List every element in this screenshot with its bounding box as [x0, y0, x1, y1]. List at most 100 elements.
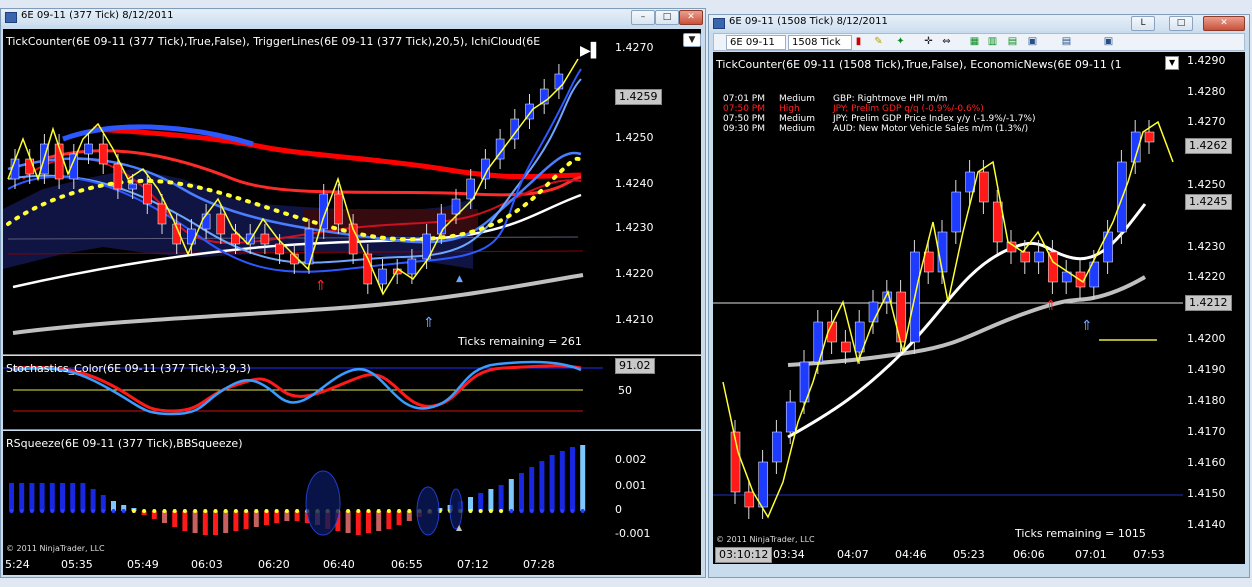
squeeze-bar [559, 451, 565, 511]
squeeze-bar [580, 445, 586, 511]
squeeze-bar [213, 511, 218, 535]
candle-body [113, 163, 123, 190]
squeeze-dot [356, 509, 361, 513]
squeeze-bar [202, 511, 208, 535]
news-impact: Medium [779, 114, 815, 124]
chart-trader-icon[interactable]: ▤ [1060, 35, 1073, 48]
squeeze-bar [529, 467, 535, 511]
strategies-icon[interactable]: ▥ [986, 35, 999, 48]
left-price-panel[interactable]: ⇑ ⇑ ▲ ▶▌ TickCounter(6E 09-11 (377 Tick)… [3, 29, 701, 355]
time-tick-7: 07:01 [1075, 548, 1107, 561]
squeeze-bar [19, 483, 25, 511]
squeeze-bar [60, 483, 65, 511]
left-chart-window[interactable]: 6E 09-11 (377 Tick) 8/12/2011 – □ ✕ ⇑ ⇑ … [0, 8, 706, 578]
crosshair-time-box: 03:10:12 [715, 547, 773, 563]
squeeze-panel[interactable]: ▲ RSqueeze(6E 09-11 (377 Tick),BBSqueeze… [3, 431, 701, 555]
squeeze-bar [355, 511, 361, 535]
squeeze-bar [80, 483, 86, 511]
price-tick-2: 1.4280 [1187, 85, 1226, 98]
squeeze-dot [346, 509, 351, 513]
right-indicator-label: TickCounter(6E 09-11 (1508 Tick),True,Fa… [716, 58, 1122, 71]
squeeze-tick-1: 0.002 [615, 453, 647, 466]
time-tick-4: 06:03 [191, 558, 223, 571]
time-tick-3: 05:49 [127, 558, 159, 571]
left-time-axis: 5:24 05:35 05:49 06:03 06:20 06:40 06:55… [3, 555, 701, 575]
close-button[interactable]: ✕ [1203, 16, 1245, 31]
time-tick-6: 06:40 [323, 558, 355, 571]
squeeze-dot [386, 509, 391, 513]
draw-tools-icon[interactable]: ✦ [894, 35, 907, 48]
candle-body [1034, 251, 1044, 263]
right-price-panel[interactable]: ⇑ ⇑ TickCounter(6E 09-11 (1508 Tick),Tru… [713, 52, 1245, 546]
zoom-icon[interactable]: ⇔ [940, 35, 953, 48]
right-window-titlebar[interactable]: 6E 09-11 (1508 Tick) 8/12/2011 L □ ✕ [709, 15, 1249, 31]
maximize-button[interactable]: □ [655, 10, 679, 25]
squeeze-dot [19, 509, 24, 513]
squeeze-dot [50, 509, 55, 513]
squeeze-dot [233, 509, 238, 513]
squeeze-dot [193, 509, 198, 513]
squeeze-bar [29, 483, 35, 511]
candle-body [84, 143, 93, 155]
close-button[interactable]: ✕ [679, 10, 703, 25]
candle-body [201, 213, 211, 230]
ticks-remaining: Ticks remaining = 261 [458, 335, 582, 348]
left-window-titlebar[interactable]: 6E 09-11 (377 Tick) 8/12/2011 – □ ✕ [1, 9, 705, 25]
squeeze-dot [203, 509, 208, 513]
candle-body [923, 251, 934, 273]
crosshair-icon[interactable]: ✛ [922, 35, 935, 48]
news-time: 07:50 PM [723, 114, 765, 124]
minimize-button[interactable]: L [1131, 16, 1155, 31]
left-price-plot: ⇑ ⇑ ▲ ▶▌ [3, 41, 701, 355]
data-box-icon[interactable]: ▣ [1026, 35, 1039, 48]
properties-icon[interactable]: ▤ [1006, 35, 1019, 48]
news-time: 07:50 PM [723, 104, 765, 114]
right-chart-window[interactable]: 6E 09-11 (1508 Tick) 8/12/2011 L □ ✕ 6E … [708, 14, 1250, 578]
news-row: 07:50 PM Medium JPY: Prelim GDP Price In… [723, 114, 1043, 124]
stochastics-panel[interactable]: Stochastics_Color(6E 09-11 (377 Tick),3,… [3, 356, 701, 430]
time-tick-8: 07:12 [457, 558, 489, 571]
time-tick-1: 5:24 [5, 558, 30, 571]
price-tick-12: 1.4180 [1187, 394, 1226, 407]
triangle-marker-icon: ▲ [456, 274, 463, 284]
candle-body [260, 233, 270, 245]
news-event: JPY: Prelim GDP Price Index y/y (-1.9%/-… [833, 114, 1036, 124]
chart-settings-icon[interactable]: ▣ [1102, 35, 1115, 48]
squeeze-dot [499, 509, 504, 513]
candle-body [1020, 251, 1031, 263]
draw-pencil-icon[interactable]: ✎ [872, 35, 885, 48]
chart-toolbar: 6E 09-11 1508 Tick ▮ ✎ ✦ ✛ ⇔ ▦ ▥ ▤ ▣ ▤ ▣ [713, 33, 1245, 51]
price-tick-16: 1.4140 [1187, 518, 1226, 531]
squeeze-dot [539, 509, 544, 513]
time-tick-2: 03:34 [773, 548, 805, 561]
candle-body [98, 143, 108, 165]
squeeze-bar [49, 483, 55, 511]
squeeze-tick-3: 0 [615, 503, 622, 516]
squeeze-dot [295, 509, 300, 513]
indicators-icon[interactable]: ▦ [968, 35, 981, 48]
squeeze-dot [60, 509, 65, 513]
interval-selector[interactable]: 1508 Tick [788, 35, 852, 50]
maximize-button[interactable]: □ [1169, 16, 1193, 31]
squeeze-dot [264, 509, 269, 513]
squeeze-bar [519, 473, 524, 511]
left-indicator-label: TickCounter(6E 09-11 (377 Tick),True,Fal… [6, 35, 541, 48]
time-tick-8: 07:53 [1133, 548, 1165, 561]
news-row: 09:30 PM Medium AUD: New Motor Vehicle S… [723, 124, 1043, 134]
news-row: 07:50 PM High JPY: Prelim GDP q/q (-0.9%… [723, 104, 1043, 114]
squeeze-dot [101, 509, 106, 513]
price-tick-5: 1.4230 [615, 221, 654, 234]
bar-type-icon[interactable]: ▮ [852, 35, 865, 48]
instrument-selector[interactable]: 6E 09-11 [726, 35, 786, 50]
squeeze-dot [172, 509, 177, 513]
chart-menu-dropdown[interactable]: ▼ [1165, 56, 1180, 70]
candle-body [979, 171, 989, 203]
squeeze-dot [40, 509, 45, 513]
minimize-button[interactable]: – [631, 10, 655, 25]
squeeze-dot [131, 509, 136, 513]
current-price-box: 1.4259 [615, 89, 662, 105]
squeeze-bar [233, 511, 239, 531]
squeeze-bar [570, 447, 575, 511]
squeeze-bar [366, 511, 371, 533]
chart-menu-dropdown[interactable]: ▼ [683, 33, 701, 47]
